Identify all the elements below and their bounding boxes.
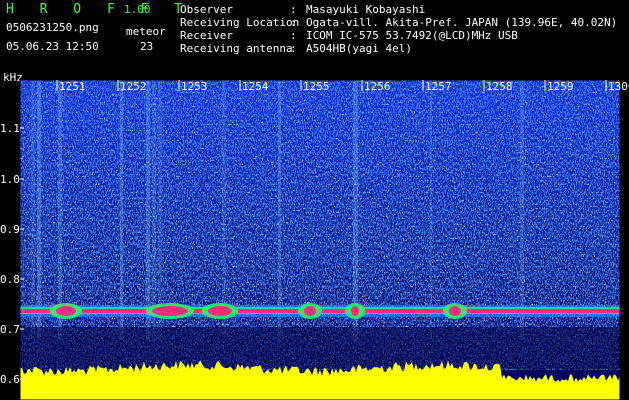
streak: [58, 80, 62, 340]
streak: [520, 80, 524, 340]
echo-blob: [208, 306, 232, 316]
streak: [31, 80, 35, 340]
x-tick-label: 1300: [608, 80, 629, 93]
y-tick-label: 1.1: [0, 122, 20, 135]
x-tick-label: 1259: [547, 80, 574, 93]
echo-blob: [152, 306, 188, 316]
station-value: A504HB(yagi 4el): [306, 42, 412, 55]
echo-band: [20, 303, 620, 319]
meteor-count: 23: [140, 40, 154, 53]
streak: [146, 80, 150, 340]
y-tick-label: 0.9: [0, 223, 20, 236]
station-value: Masayuki Kobayashi: [306, 3, 426, 16]
x-tick-label: 1254: [242, 80, 269, 93]
y-tick-label: 1.0: [0, 173, 20, 186]
echo-blob: [304, 306, 316, 316]
station-info: Observer: Masayuki Kobayashi Receiving L…: [180, 3, 617, 55]
app-version: 1.00: [124, 3, 151, 16]
header-panel: H R O F F T 1.00 0506231250.png meteor 0…: [0, 0, 629, 78]
station-key: Receiver: [180, 29, 233, 42]
x-tick-label: 1258: [486, 80, 513, 93]
station-value: Ogata-vill. Akita-Pref. JAPAN (139.96E, …: [306, 16, 618, 29]
echo-blob: [56, 306, 76, 316]
station-value: ICOM IC-575 53.7492(@LCD)MHz USB: [306, 29, 518, 42]
station-row-receiver: Receiver: ICOM IC-575 53.7492(@LCD)MHz U…: [180, 29, 518, 42]
lower-band-shade: [20, 327, 620, 369]
streak: [152, 80, 156, 340]
x-tick-label: 1255: [303, 80, 330, 93]
streak: [37, 80, 41, 340]
streak: [278, 80, 281, 340]
y-tick-label: 0.6: [0, 373, 20, 386]
meteor-label: meteor: [126, 25, 166, 38]
station-key: Observer: [180, 3, 233, 16]
spectrogram-speckle: [20, 80, 620, 370]
spectrogram-plot: 1.1 1.0 0.9 0.8 0.7 0.6 1251 1252 1253 1254 1255 1…: [0, 79, 629, 400]
x-tick-label: 1252: [120, 80, 147, 93]
y-tick-label: 0.8: [0, 273, 20, 286]
y-tick-label: 0.7: [0, 323, 20, 336]
station-key: Receiving Location: [180, 16, 300, 29]
echo-blob: [449, 306, 461, 316]
app-title: H R O F F T: [6, 2, 192, 17]
station-row-antenna: Receiving antenna: A504HB(yagi 4el): [180, 42, 412, 55]
x-tick-label: 1256: [364, 80, 391, 93]
streak: [120, 80, 123, 340]
x-tick-label: 1257: [425, 80, 452, 93]
date-time: 05.06.23 12:50: [6, 40, 99, 53]
streak: [353, 80, 358, 340]
station-key: Receiving antenna: [180, 42, 293, 55]
echo-blob: [351, 306, 359, 316]
streak: [158, 80, 162, 340]
station-row-observer: Observer: Masayuki Kobayashi: [180, 3, 426, 16]
streak: [430, 80, 432, 340]
x-tick-label: 1253: [181, 80, 208, 93]
streak: [222, 80, 226, 340]
station-row-location: Receiving Location: Ogata-vill. Akita-Pr…: [180, 16, 618, 29]
file-name: 0506231250.png: [6, 21, 99, 34]
x-tick-label: 1251: [59, 80, 86, 93]
